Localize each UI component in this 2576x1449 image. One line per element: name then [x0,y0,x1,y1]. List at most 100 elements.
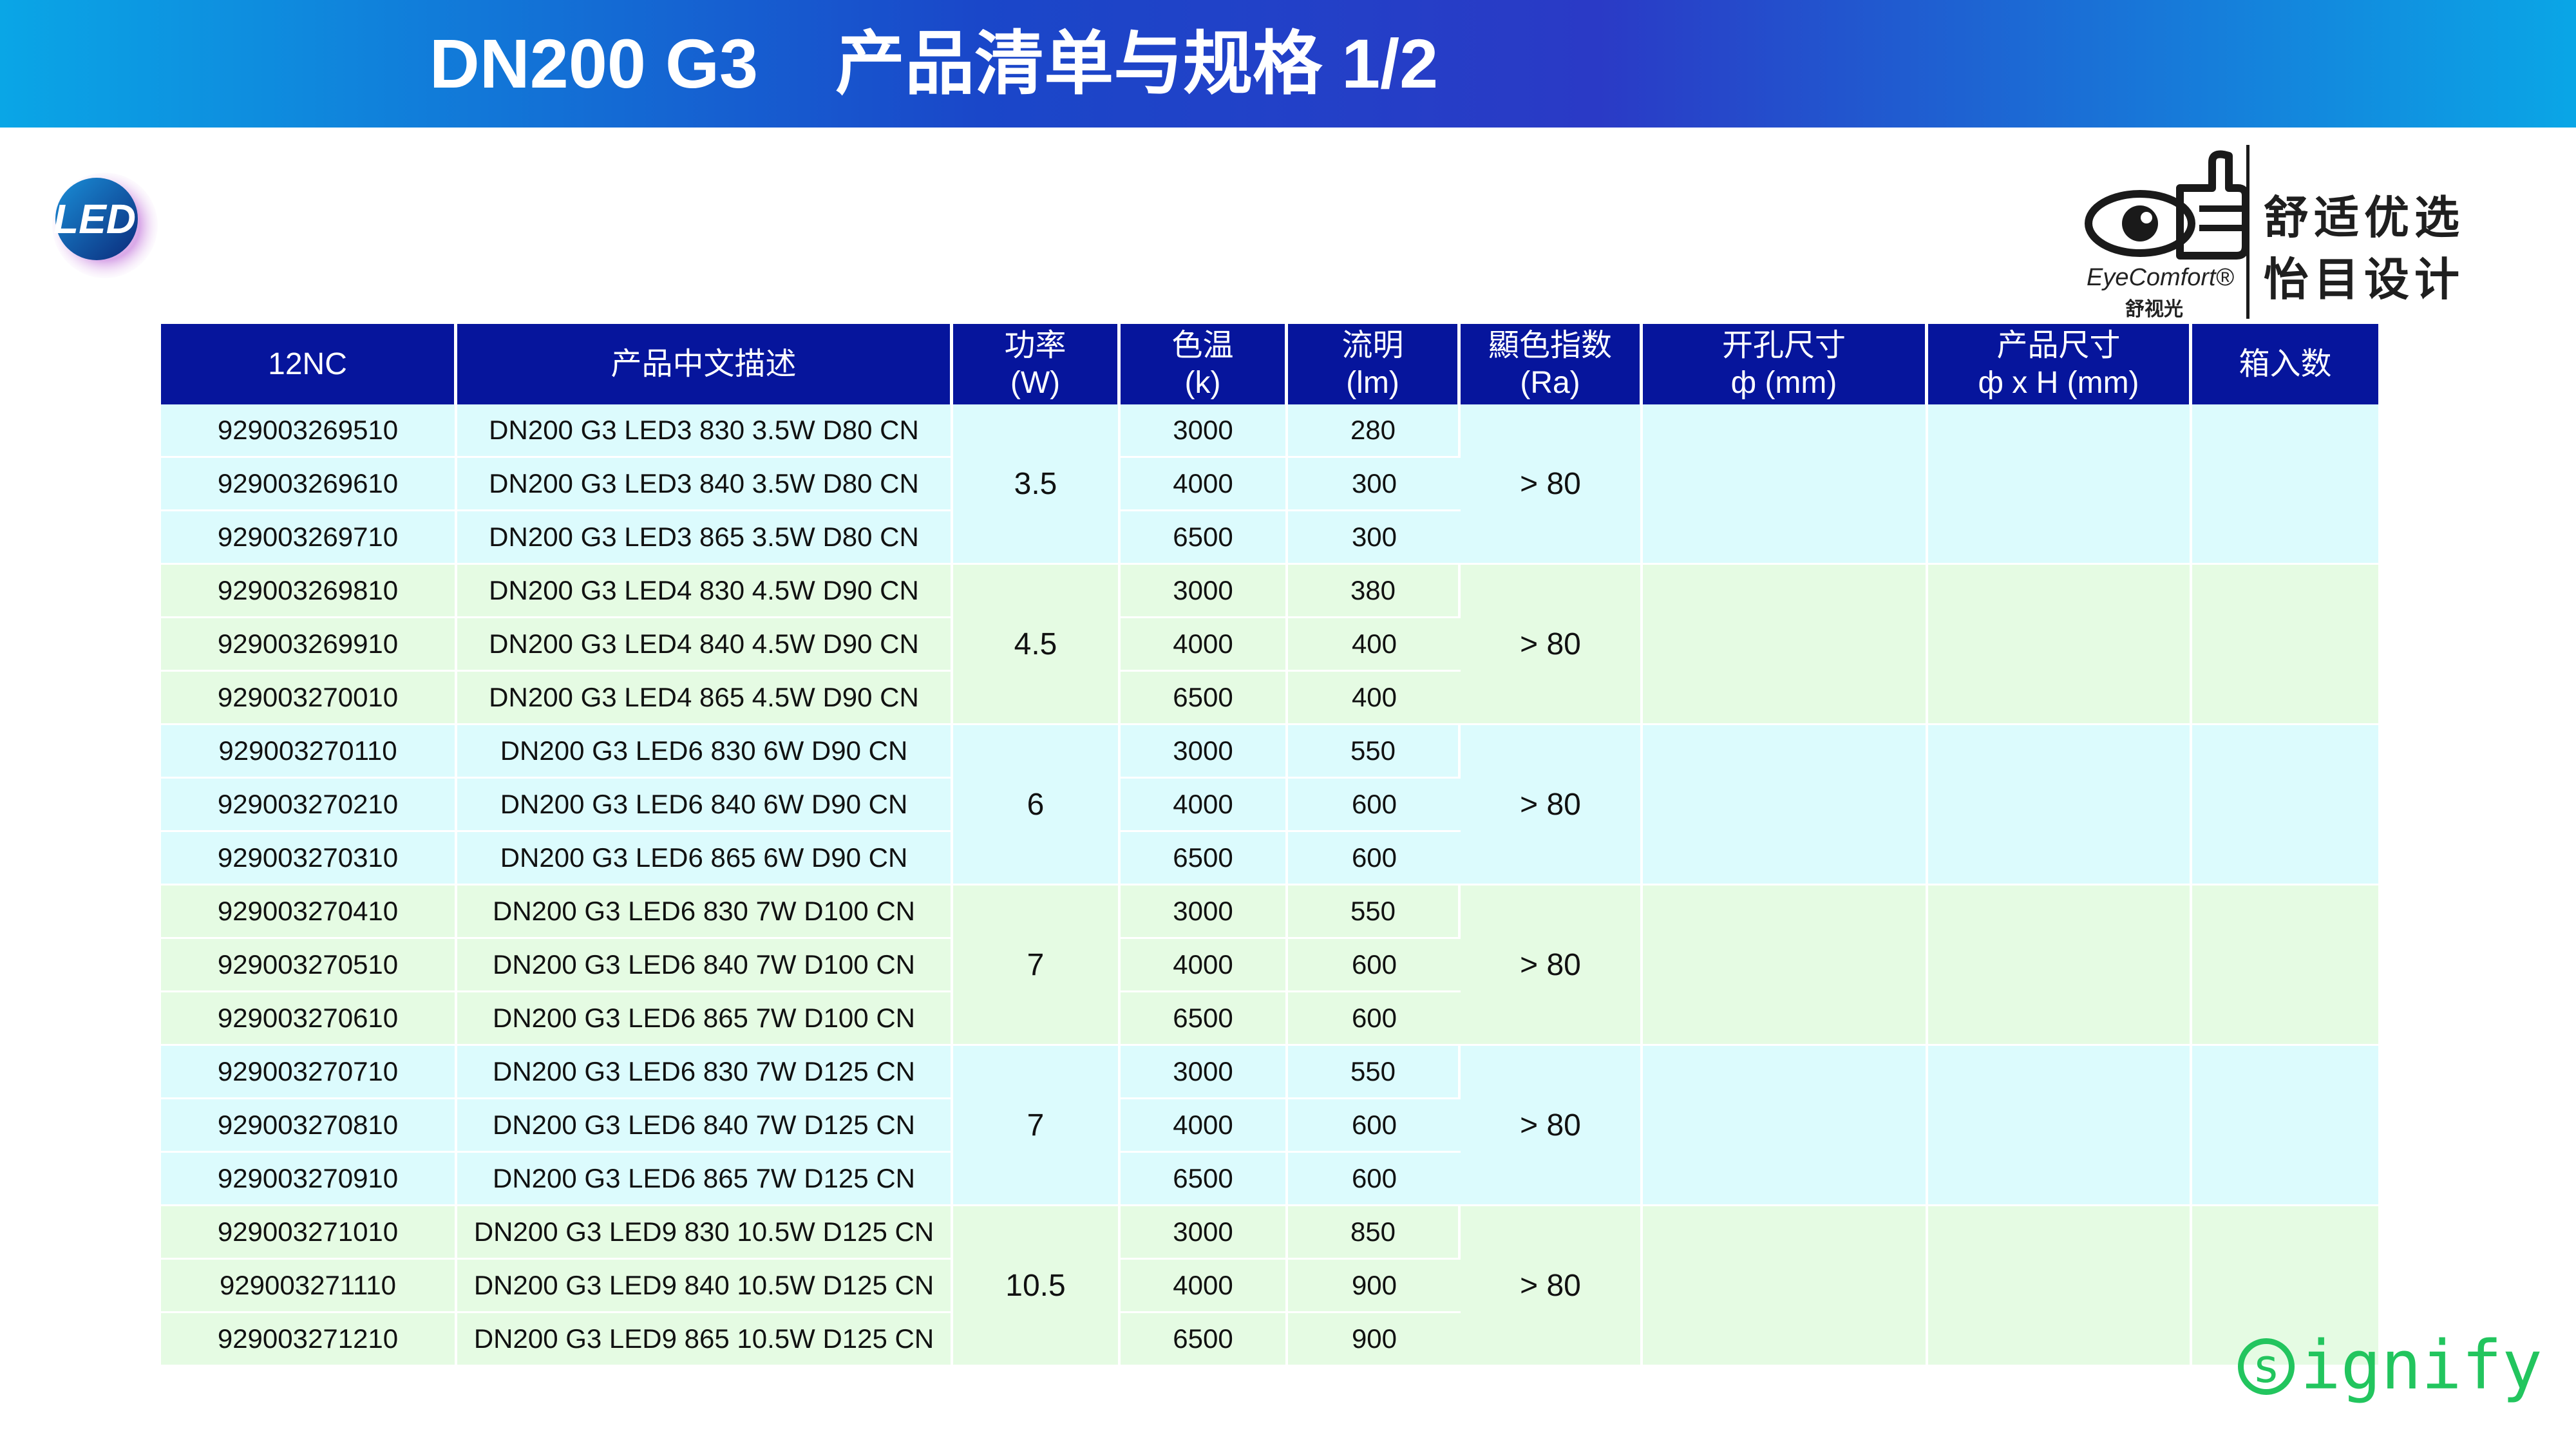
cell-product-size [1928,404,2192,565]
cell-color-temp: 4000 [1121,458,1288,511]
cell-lumen: 550 [1288,1046,1461,1099]
cell-box-qty [2192,565,2378,725]
cell-power: 10.5 [953,1206,1121,1367]
cell-12nc: 929003271110 [161,1260,457,1313]
column-header: 顯色指数 (Ra) [1461,324,1643,404]
cell-12nc: 929003270710 [161,1046,457,1099]
table-row: 929003269510 DN200 G3 LED3 830 3.5W D80 C… [161,404,2378,565]
column-header-unit: (Ra) [1520,365,1580,400]
table-row: 929003269810 DN200 G3 LED4 830 4.5W D90 C… [161,565,2378,725]
cell-color-temp: 4000 [1121,779,1288,832]
cell-lumen: 400 [1288,618,1461,672]
cell-product-size [1928,1206,2192,1367]
column-header: 流明 (lm) [1288,324,1461,404]
cell-lumen: 850 [1288,1206,1461,1260]
cell-color-temp: 6500 [1121,992,1288,1046]
cell-color-temp: 6500 [1121,1313,1288,1367]
cell-cutout-size [1643,886,1928,1046]
eyecomfort-brand-cn: 舒视光 [2125,299,2183,320]
column-header-label: 12NC [268,346,347,381]
cell-product-size [1928,565,2192,725]
cell-12nc: 929003270310 [161,832,457,886]
cell-lumen: 600 [1288,1153,1461,1206]
cell-lumen: 600 [1288,779,1461,832]
cell-cri: > 80 [1461,565,1643,725]
cell-color-temp: 4000 [1121,939,1288,992]
cell-description: DN200 G3 LED3 840 3.5W D80 CN [457,458,953,511]
cell-cutout-size [1643,404,1928,565]
cell-description: DN200 G3 LED3 865 3.5W D80 CN [457,511,953,565]
cell-product-size [1928,886,2192,1046]
cell-lumen: 550 [1288,886,1461,939]
cell-description: DN200 G3 LED6 840 6W D90 CN [457,779,953,832]
cell-box-qty [2192,404,2378,565]
cell-description: DN200 G3 LED9 830 10.5W D125 CN [457,1206,953,1260]
table-row: 929003270410 DN200 G3 LED6 830 7W D100 CN… [161,886,2378,1046]
cell-cri: > 80 [1461,404,1643,565]
cell-lumen: 600 [1288,992,1461,1046]
cell-12nc: 929003270510 [161,939,457,992]
table-row: 929003270710 DN200 G3 LED6 830 7W D125 CN… [161,1046,2378,1206]
column-header-label: 产品尺寸 [1996,328,2121,363]
led-logo-icon: LED [52,173,158,278]
cell-lumen: 550 [1288,725,1461,779]
cell-cutout-size [1643,1206,1928,1367]
eyecomfort-slogan-line1: 舒适优选 [2264,193,2465,243]
cell-12nc: 929003270910 [161,1153,457,1206]
cell-power: 7 [953,886,1121,1046]
cell-power: 6 [953,725,1121,886]
signify-logo-icon: s [2238,1338,2295,1395]
cell-description: DN200 G3 LED4 865 4.5W D90 CN [457,672,953,725]
column-header-unit: (k) [1184,365,1221,400]
cell-description: DN200 G3 LED9 840 10.5W D125 CN [457,1260,953,1313]
cell-cri: > 80 [1461,886,1643,1046]
cell-description: DN200 G3 LED6 830 7W D100 CN [457,886,953,939]
cell-lumen: 300 [1288,458,1461,511]
cell-color-temp: 6500 [1121,832,1288,886]
column-header-label: 功率 [1004,328,1066,363]
cell-lumen: 280 [1288,404,1461,458]
cell-product-size [1928,725,2192,886]
column-header: 12NC [161,324,457,404]
cell-lumen: 380 [1288,565,1461,618]
cell-cri: > 80 [1461,1046,1643,1206]
column-header-label: 流明 [1341,328,1404,363]
column-header: 功率 (W) [953,324,1121,404]
svg-text:LED: LED [53,196,136,242]
cell-cutout-size [1643,725,1928,886]
cell-color-temp: 3000 [1121,1206,1288,1260]
column-header: 产品中文描述 [457,324,953,404]
cell-lumen: 300 [1288,511,1461,565]
cell-color-temp: 6500 [1121,672,1288,725]
signify-logo-text: ignify [2300,1326,2543,1405]
column-header-label: 产品中文描述 [611,346,797,381]
cell-12nc: 929003270110 [161,725,457,779]
cell-12nc: 929003269710 [161,511,457,565]
cell-color-temp: 6500 [1121,1153,1288,1206]
cell-description: DN200 G3 LED6 865 7W D100 CN [457,992,953,1046]
column-header: 产品尺寸 ф x H (mm) [1928,324,2192,404]
column-header-label: 箱入数 [2239,346,2332,381]
eyecomfort-brand: EyeComfort® [2087,264,2234,291]
cell-description: DN200 G3 LED6 840 7W D125 CN [457,1099,953,1153]
cell-box-qty [2192,725,2378,886]
column-header: 色温 (k) [1121,324,1288,404]
page-title: DN200 G3 产品清单与规格 1/2 [429,24,1439,102]
cell-description: DN200 G3 LED6 830 7W D125 CN [457,1046,953,1099]
cell-lumen: 400 [1288,672,1461,725]
cell-12nc: 929003270410 [161,886,457,939]
cell-lumen: 900 [1288,1313,1461,1367]
cell-12nc: 929003269910 [161,618,457,672]
cell-12nc: 929003269610 [161,458,457,511]
cell-cutout-size [1643,565,1928,725]
column-header-label: 开孔尺寸 [1721,328,1846,363]
cell-color-temp: 4000 [1121,618,1288,672]
cell-lumen: 600 [1288,1099,1461,1153]
cell-box-qty [2192,886,2378,1046]
cell-12nc: 929003269810 [161,565,457,618]
cell-box-qty [2192,1046,2378,1206]
cell-description: DN200 G3 LED4 840 4.5W D90 CN [457,618,953,672]
cell-12nc: 929003270210 [161,779,457,832]
cell-12nc: 929003270010 [161,672,457,725]
cell-cutout-size [1643,1046,1928,1206]
